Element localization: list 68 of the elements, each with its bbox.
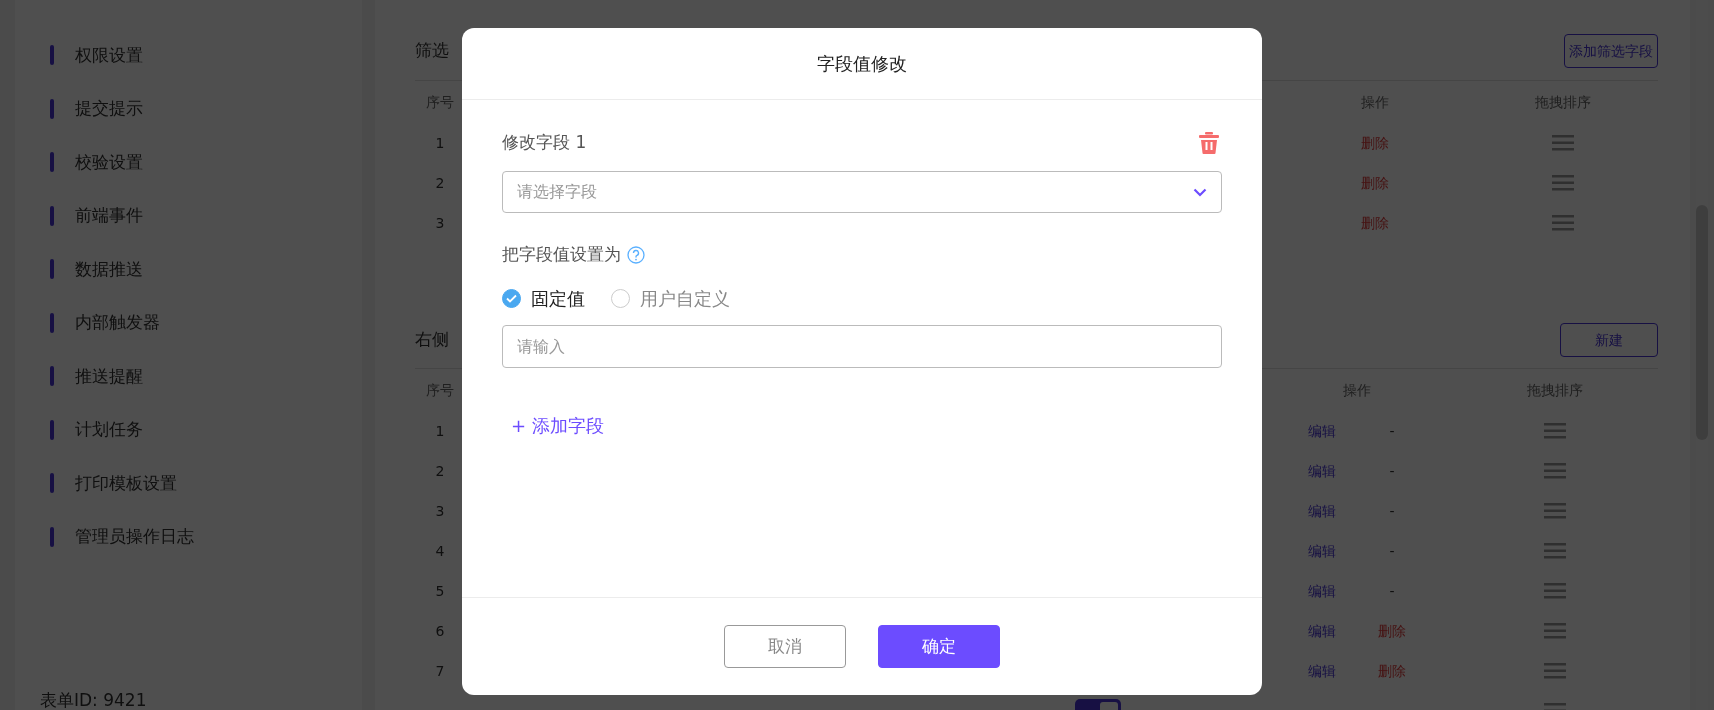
action-link[interactable]: 编辑 [1308,460,1336,482]
sidebar-item[interactable]: 推送提醒 [15,349,362,403]
drag-handle-icon[interactable] [1544,463,1566,479]
action-link[interactable]: 编辑 [1308,620,1336,642]
action-link[interactable]: 删除 [1361,212,1389,234]
sidebar-item[interactable]: 内部触发器 [15,296,362,350]
chevron-down-icon [1193,187,1207,197]
action-link[interactable]: 删除 [1361,132,1389,154]
sidebar-item[interactable]: 数据推送 [15,242,362,296]
action-link[interactable]: 编辑 [1308,580,1336,602]
section-title: 右侧 [415,328,449,352]
row-number: 2 [435,173,445,193]
action-link[interactable]: 编辑 [1308,660,1336,682]
sidebar-item[interactable]: 管理员操作日志 [15,510,362,564]
radio-button[interactable] [502,288,521,308]
drag-handle-icon[interactable] [1552,175,1574,191]
drag-handle-icon[interactable] [1544,623,1566,639]
cell-text: - [1389,581,1395,601]
row-number: 4 [435,541,445,561]
cell-text: - [1389,461,1395,481]
action-link[interactable]: 删除 [1378,660,1406,682]
form-id-text: 表单ID: 9421 [40,689,147,710]
radio-button[interactable] [611,288,630,308]
row-number: 2 [435,461,445,481]
action-link[interactable]: 删除 [1361,172,1389,194]
confirm-button[interactable]: 确定 [878,625,1000,668]
row-number: 1 [435,421,445,441]
action-link[interactable]: 编辑 [1308,540,1336,562]
drag-handle-icon[interactable] [1552,215,1574,231]
text-input[interactable]: 请输入 [502,325,1222,368]
drag-handle-icon[interactable] [1544,503,1566,519]
radio-option[interactable]: 用户自定义 [611,284,730,312]
sidebar-item[interactable]: 权限设置 [15,28,362,82]
sidebar-item[interactable]: 校验设置 [15,135,362,189]
sidebar-item[interactable]: 计划任务 [15,403,362,457]
add-field-link[interactable]: + 添加字段 [511,412,604,439]
sidebar-item[interactable]: 提交提示 [15,82,362,136]
action-link[interactable]: 删除 [1378,620,1406,642]
dialog-title: 字段值修改 [817,52,907,76]
row-number: 1 [435,133,445,153]
field-label: 修改字段 1 [502,131,587,155]
cell-text: - [1389,501,1395,521]
radio-option[interactable]: 固定值 [502,284,585,312]
drag-handle-icon[interactable] [1552,135,1574,151]
help-icon[interactable] [627,246,645,264]
row-number: 5 [435,581,445,601]
drag-handle-icon[interactable] [1544,543,1566,559]
action-link[interactable]: 编辑 [1308,420,1336,442]
row-number: 6 [435,621,445,641]
field-label: 把字段值设置为 [502,243,621,267]
cell-text: - [1389,541,1395,561]
cell-text: - [1389,421,1395,441]
add-filter-field-button[interactable]: 添加筛选字段 [1564,34,1658,68]
drag-handle-icon[interactable] [1544,583,1566,599]
section-title: 筛选 [415,39,449,63]
sidebar-item[interactable]: 前端事件 [15,189,362,243]
sidebar-item[interactable]: 打印模板设置 [15,456,362,510]
select-field[interactable]: 请选择字段 [502,171,1222,213]
delete-icon[interactable] [1199,132,1219,154]
row-number: 3 [435,213,445,233]
cancel-button[interactable]: 取消 [724,625,846,668]
check-icon [506,293,517,303]
new-button[interactable]: 新建 [1560,323,1658,357]
row-number: 7 [435,661,445,681]
drag-handle-icon[interactable] [1544,423,1566,439]
row-number: 3 [435,501,445,521]
action-link[interactable]: 编辑 [1308,500,1336,522]
drag-handle-icon[interactable] [1544,663,1566,679]
